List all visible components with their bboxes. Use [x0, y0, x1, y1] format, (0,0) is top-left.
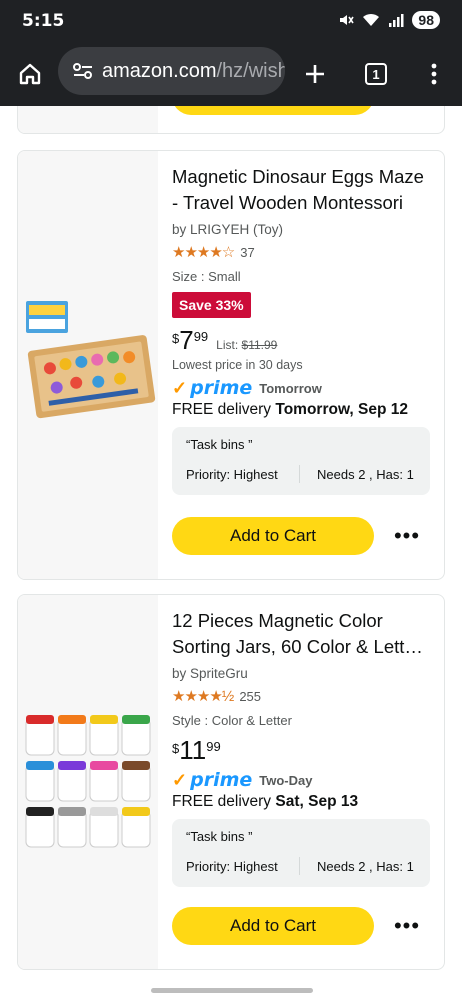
list-name: “Task bins ”: [186, 437, 253, 452]
delivery-info: FREE delivery Tomorrow, Sep 12: [172, 401, 430, 419]
item-price: $ 11 99: [172, 736, 430, 764]
item-byline: by SpriteGru: [172, 666, 248, 681]
list-label: List:: [216, 338, 239, 352]
wishlist-item-card: Magnetic Dinosaur Eggs Maze - Travel Woo…: [17, 150, 445, 580]
delivery-date: Sat, Sep 13: [275, 793, 359, 810]
item-rating[interactable]: ★★★★☆ 37: [172, 243, 430, 261]
star-rating-icon: ★★★★☆: [172, 244, 235, 261]
priority-label: Priority: Highest: [186, 467, 278, 482]
wishlist-item-card: 12 Pieces Magnetic Color Sorting Jars, 6…: [17, 594, 445, 970]
more-options-icon[interactable]: •••: [392, 521, 422, 551]
star-rating-icon: ★★★★½: [172, 688, 234, 705]
battery-indicator: 98: [412, 11, 440, 29]
add-to-cart-button[interactable]: Add to Cart: [172, 517, 374, 555]
mute-icon: [340, 15, 355, 25]
more-options-icon[interactable]: •••: [392, 911, 422, 941]
review-count: 37: [240, 244, 255, 260]
status-time: 5:15: [22, 11, 65, 31]
price-currency: $: [172, 331, 180, 346]
url-path: /hz/wishlist: [216, 59, 286, 82]
delivery-date: Tomorrow, Sep 12: [275, 401, 409, 418]
priority-label: Priority: Highest: [186, 859, 278, 874]
lowest-price-note: Lowest price in 30 days: [172, 358, 303, 372]
list-name: “Task bins ”: [186, 829, 253, 844]
save-badge: Save 33%: [172, 292, 251, 318]
prime-badge: ✓ prime Two-Day: [172, 769, 430, 791]
prime-logo: prime: [190, 377, 253, 399]
delivery-prefix: FREE delivery: [172, 401, 272, 418]
add-to-cart-button[interactable]: Add to Cart: [172, 907, 374, 945]
signal-icon: [389, 14, 404, 27]
product-image-area[interactable]: [18, 595, 158, 969]
delivery-info: FREE delivery Sat, Sep 13: [172, 793, 430, 811]
price-whole: 11: [179, 735, 207, 765]
wishlist-content[interactable]: Magnetic Dinosaur Eggs Maze - Travel Woo…: [0, 106, 462, 1000]
status-bar: 5:15 98: [0, 0, 462, 42]
product-image-area[interactable]: [18, 151, 158, 579]
needs-has-label: Needs 2 , Has: 1: [317, 467, 414, 482]
item-details: Magnetic Dinosaur Eggs Maze - Travel Woo…: [172, 151, 430, 495]
tab-count: 1: [365, 63, 387, 85]
product-image[interactable]: [18, 595, 158, 970]
item-byline: by LRIGYEH (Toy): [172, 222, 284, 237]
prime-speed: Tomorrow: [259, 380, 322, 396]
divider: [299, 465, 300, 483]
product-image[interactable]: [18, 151, 158, 580]
product-image-area: [18, 106, 158, 133]
review-count: 255: [239, 688, 262, 704]
item-title[interactable]: 12 Pieces Magnetic Color Sorting Jars, 6…: [172, 608, 430, 660]
add-to-cart-button-partial[interactable]: [172, 106, 374, 115]
status-icons: 98: [338, 11, 440, 29]
price-currency: $: [172, 741, 180, 756]
needs-has-label: Needs 2 , Has: 1: [317, 859, 414, 874]
item-variant: Style : Color & Letter: [172, 713, 292, 728]
list-price-value: $11.99: [241, 338, 278, 352]
new-tab-icon[interactable]: [297, 56, 333, 92]
item-rating[interactable]: ★★★★½ 255: [172, 687, 430, 705]
previous-item-card: [17, 106, 445, 134]
more-menu-icon[interactable]: [416, 56, 452, 92]
url-host: amazon.com: [102, 59, 217, 82]
prime-badge: ✓ prime Tomorrow: [172, 377, 430, 399]
list-info-box: “Task bins ” Priority: Highest Needs 2 ,…: [172, 427, 430, 495]
browser-toolbar: amazon.com/hz/wishlist 1: [0, 42, 462, 106]
price-fraction: 99: [193, 329, 209, 344]
prime-speed: Two-Day: [259, 772, 313, 788]
delivery-prefix: FREE delivery: [172, 793, 272, 810]
price-whole: 7: [179, 325, 194, 355]
prime-check-icon: ✓: [172, 377, 188, 398]
list-price: List: $11.99: [216, 338, 277, 352]
list-info-box: “Task bins ” Priority: Highest Needs 2 ,…: [172, 819, 430, 887]
item-price: $ 7 99 List: $11.99: [172, 326, 430, 354]
price-fraction: 99: [206, 739, 221, 754]
divider: [299, 857, 300, 875]
wifi-icon: [363, 13, 380, 26]
home-icon[interactable]: [12, 56, 48, 92]
gesture-nav-bar[interactable]: [151, 988, 313, 993]
item-variant: Size : Small: [172, 269, 241, 284]
site-settings-icon[interactable]: [72, 61, 94, 81]
tab-switcher-button[interactable]: 1: [358, 56, 394, 92]
item-title[interactable]: Magnetic Dinosaur Eggs Maze - Travel Woo…: [172, 164, 430, 216]
prime-logo: prime: [190, 769, 253, 791]
item-details: 12 Pieces Magnetic Color Sorting Jars, 6…: [172, 595, 430, 887]
url-bar[interactable]: amazon.com/hz/wishlist: [58, 47, 285, 95]
prime-check-icon: ✓: [172, 769, 188, 790]
